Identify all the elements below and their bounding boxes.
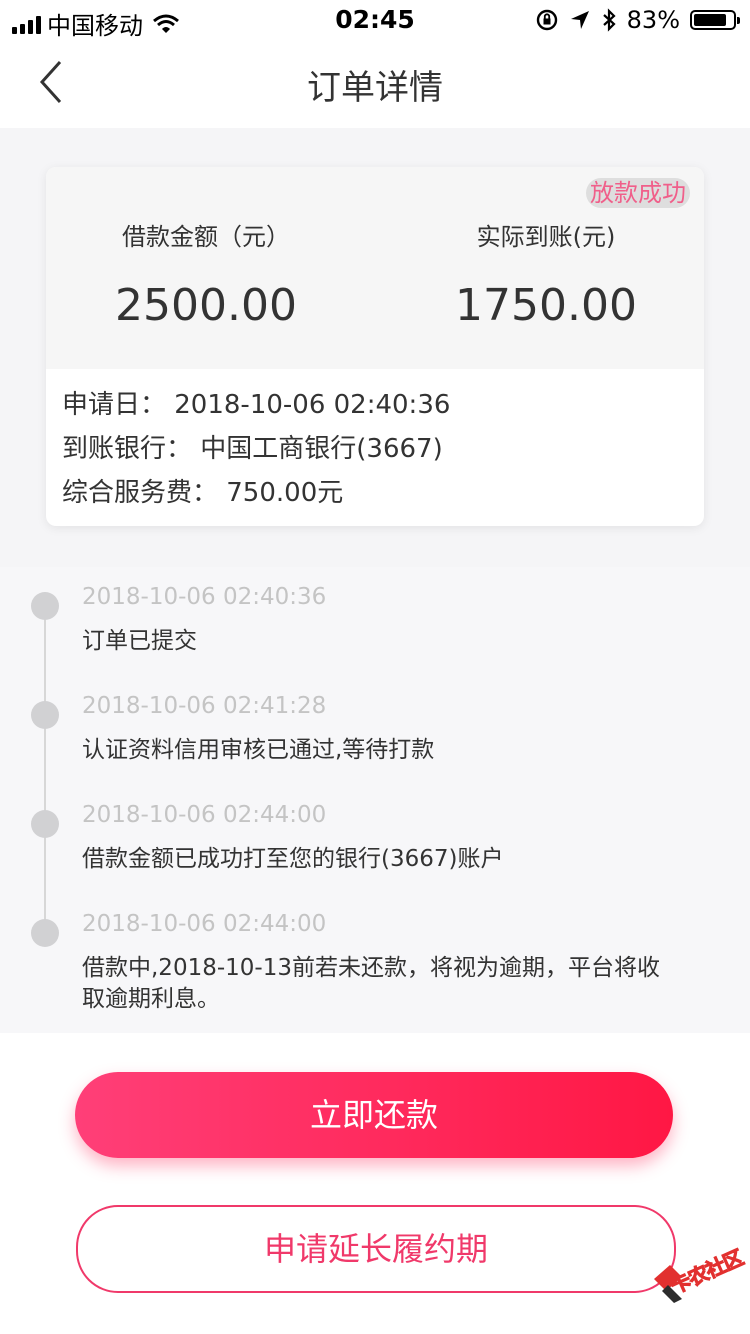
timeline-time: 2018-10-06 02:44:00 [82, 911, 327, 937]
timeline-dot [31, 592, 59, 620]
status-bar: 中国移动 02:45 83% [0, 0, 750, 40]
orientation-lock-icon [536, 9, 557, 31]
timeline-dot [31, 919, 59, 947]
timeline-time: 2018-10-06 02:41:28 [82, 693, 327, 719]
timeline-time: 2018-10-06 02:40:36 [82, 584, 327, 610]
received-amount-value: 1750.00 [455, 280, 637, 331]
battery-percent: 83% [626, 6, 680, 34]
location-arrow-icon [570, 11, 589, 29]
timeline-dot [31, 701, 59, 729]
order-timeline: 2018-10-06 02:40:36 订单已提交 2018-10-06 02:… [0, 567, 750, 1033]
timeline-line [44, 602, 46, 932]
timeline-text: 订单已提交 [82, 628, 197, 654]
receiving-bank: 到账银行： 中国工商银行(3667) [62, 434, 443, 464]
timeline-dot [31, 810, 59, 838]
page-title: 订单详情 [307, 68, 443, 108]
timeline-text: 认证资料信用审核已通过,等待打款 [82, 737, 435, 763]
timeline-text: 借款中,2018-10-13前若未还款，将视为逾期，平台将收取逾期利息。 [82, 955, 660, 1012]
received-amount-label: 实际到账(元) [476, 223, 616, 251]
extend-term-button[interactable]: 申请延长履约期 [76, 1205, 676, 1293]
status-badge: 放款成功 [586, 178, 690, 208]
service-fee: 综合服务费： 750.00元 [62, 478, 344, 508]
amount-section: 放款成功 借款金额（元） 2500.00 实际到账(元) 1750.00 [46, 167, 704, 369]
bluetooth-icon [602, 8, 616, 32]
order-details: 申请日： 2018-10-06 02:40:36 到账银行： 中国工商银行(36… [62, 387, 450, 519]
status-right: 83% [535, 6, 740, 34]
timeline-text: 借款金额已成功打至您的银行(3667)账户 [82, 846, 504, 872]
battery-icon [690, 10, 740, 30]
nav-bar: 订单详情 [0, 40, 750, 128]
order-summary-card: 放款成功 借款金额（元） 2500.00 实际到账(元) 1750.00 申请日… [46, 167, 704, 526]
timeline-time: 2018-10-06 02:44:00 [82, 802, 327, 828]
repay-now-button[interactable]: 立即还款 [75, 1072, 673, 1158]
loan-amount-value: 2500.00 [115, 280, 297, 331]
apply-date: 申请日： 2018-10-06 02:40:36 [62, 390, 451, 420]
loan-amount-label: 借款金额（元） [122, 223, 290, 251]
